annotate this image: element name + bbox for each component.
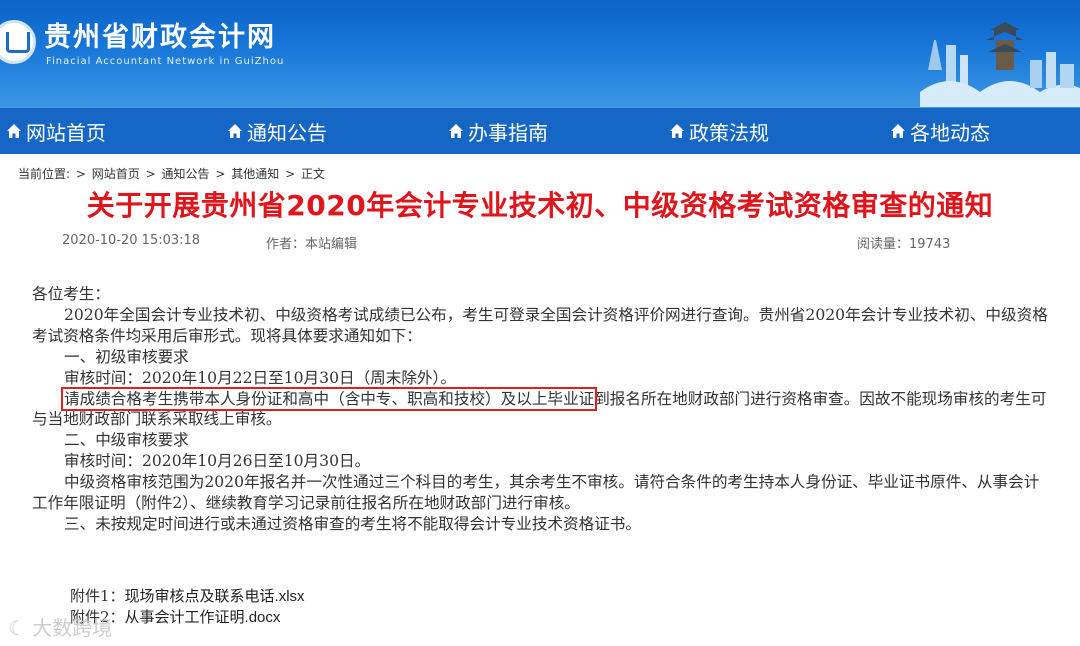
breadcrumb-separator: > bbox=[215, 167, 226, 181]
home-icon bbox=[7, 124, 21, 138]
paragraph-intro: 2020年全国会计专业技术初、中级资格考试成绩已公布，考生可登录全国会计资格评价… bbox=[32, 305, 1048, 345]
section-heading-junior: 一、初级审核要求 bbox=[64, 347, 189, 366]
watermark: ☾ 大数跨境 bbox=[8, 612, 112, 641]
attachment-label: 附件1： bbox=[70, 587, 125, 605]
breadcrumb-other[interactable]: 其他通知 bbox=[231, 167, 279, 181]
section-heading-intermediate: 二、中级审核要求 bbox=[64, 431, 189, 450]
city-skyline-image bbox=[920, 22, 1080, 107]
nav-label: 各地动态 bbox=[910, 120, 990, 145]
paragraph-intermediate-requirement: 中级资格审核范围为2020年报名并一次性通过三个科目的考生，其余考生不审核。请符… bbox=[32, 473, 1040, 513]
article-title: 关于开展贵州省2020年会计专业技术初、中级资格考试资格审查的通知 bbox=[86, 189, 994, 222]
site-title[interactable]: 贵州省财政会计网 bbox=[44, 22, 276, 54]
logo-mark-icon bbox=[6, 31, 30, 53]
nav-item-notices[interactable]: 通知公告 bbox=[227, 108, 327, 154]
site-header: 贵州省财政会计网 Finacial Accountant Network in … bbox=[0, 0, 1080, 107]
attachment-link[interactable]: 现场审核点及联系电话.xlsx bbox=[125, 588, 305, 605]
attachment-1: 附件1：现场审核点及联系电话.xlsx bbox=[70, 585, 305, 606]
intermediate-review-time: 审核时间：2020年10月26日至10月30日。 bbox=[64, 452, 371, 471]
breadcrumb-notices[interactable]: 通知公告 bbox=[162, 167, 210, 181]
article-author: 作者：本站编辑 bbox=[266, 237, 358, 252]
home-icon bbox=[449, 124, 463, 138]
home-icon bbox=[228, 124, 242, 138]
breadcrumb-separator: > bbox=[75, 167, 86, 181]
home-icon bbox=[891, 124, 905, 138]
highlighted-requirement: 请成绩合格考生携带本人身份证和高中（含中专、职高和技校）及以上毕业证 bbox=[60, 386, 598, 411]
breadcrumb: 当前位置: > 网站首页 > 通知公告 > 其他通知 > 正文 bbox=[18, 165, 327, 182]
home-icon bbox=[670, 124, 684, 138]
article-date: 2020-10-20 15:03:18 bbox=[62, 233, 201, 248]
watermark-logo-icon: ☾ bbox=[8, 616, 26, 640]
site-logo[interactable] bbox=[0, 20, 36, 64]
breadcrumb-current: 正文 bbox=[300, 167, 325, 181]
breadcrumb-prefix: 当前位置: bbox=[18, 167, 71, 181]
section-heading-notice: 三、未按规定时间进行或未通过资格审查的考生将不能取得会计专业技术资格证书。 bbox=[64, 514, 641, 533]
site-subtitle: Finacial Accountant Network in GuiZhou bbox=[46, 56, 285, 67]
article-body: 各位考生： 2020年全国会计专业技术初、中级资格考试成绩已公布，考生可登录全国… bbox=[32, 284, 1048, 535]
nav-label: 通知公告 bbox=[247, 120, 327, 145]
nav-label: 办事指南 bbox=[468, 120, 548, 145]
article-views: 阅读量：19743 bbox=[857, 237, 951, 252]
nav-item-guide[interactable]: 办事指南 bbox=[448, 108, 548, 154]
breadcrumb-separator: > bbox=[145, 167, 156, 181]
junior-review-time: 审核时间：2020年10月22日至10月30日（周末除外）。 bbox=[64, 368, 456, 387]
nav-item-home[interactable]: 网站首页 bbox=[6, 108, 106, 154]
paragraph-junior-requirement: 请成绩合格考生携带本人身份证和高中（含中专、职高和技校）及以上毕业证到报名所在地… bbox=[32, 386, 1048, 431]
breadcrumb-separator: > bbox=[285, 167, 296, 181]
watermark-text: 大数跨境 bbox=[32, 616, 113, 640]
breadcrumb-home[interactable]: 网站首页 bbox=[92, 167, 140, 181]
nav-label: 网站首页 bbox=[26, 120, 106, 145]
attachment-link[interactable]: 从事会计工作证明.docx bbox=[125, 609, 281, 626]
nav-item-policy[interactable]: 政策法规 bbox=[669, 108, 769, 154]
nav-item-local-news[interactable]: 各地动态 bbox=[890, 108, 990, 154]
nav-label: 政策法规 bbox=[689, 120, 769, 145]
main-nav: 网站首页 通知公告 办事指南 政策法规 各地动态 bbox=[0, 107, 1080, 154]
greeting: 各位考生： bbox=[32, 285, 110, 303]
